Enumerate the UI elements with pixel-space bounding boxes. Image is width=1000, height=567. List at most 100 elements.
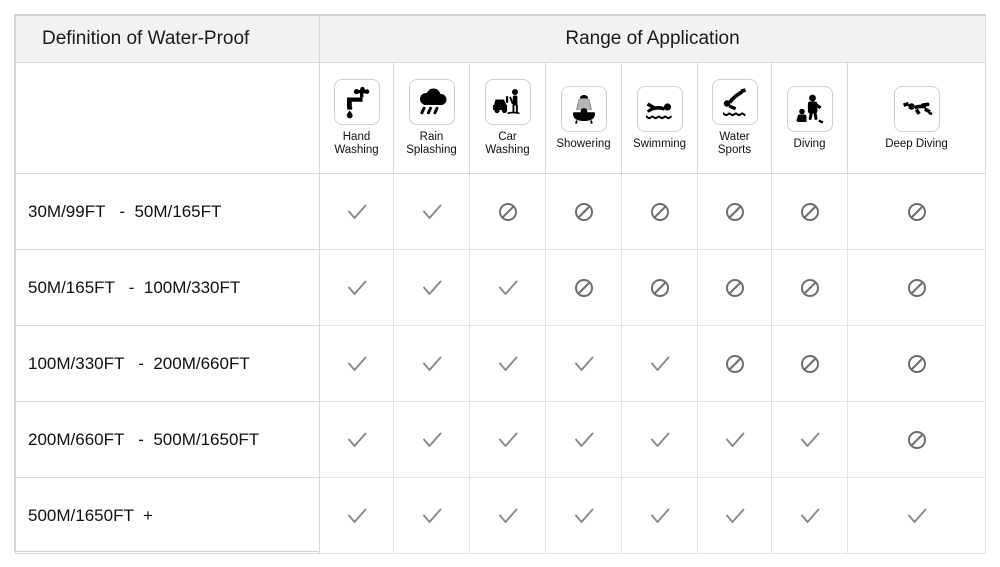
cell-rain-splashing bbox=[393, 249, 470, 326]
prohibited-icon bbox=[772, 277, 847, 299]
cell-deep-diving bbox=[846, 477, 987, 554]
check-icon bbox=[320, 503, 393, 529]
check-icon bbox=[546, 351, 621, 377]
cell-showering bbox=[545, 401, 622, 478]
cell-swimming bbox=[621, 401, 698, 478]
cell-rain-splashing bbox=[393, 401, 470, 478]
check-icon bbox=[772, 503, 847, 529]
column-header-label: Diving bbox=[793, 137, 826, 150]
table-row: 50M/165FT - 100M/330FT bbox=[15, 249, 987, 326]
cell-rain-splashing bbox=[393, 173, 470, 250]
cell-hand-washing bbox=[319, 477, 394, 554]
deep-diver-icon bbox=[893, 85, 940, 132]
cell-deep-diving bbox=[846, 173, 987, 250]
check-icon bbox=[622, 351, 697, 377]
cell-showering bbox=[545, 173, 622, 250]
check-icon bbox=[848, 503, 985, 529]
cell-car-washing bbox=[469, 401, 546, 478]
table-body: 30M/99FT - 50M/165FT 50M/165FT - 100M/330… bbox=[15, 173, 987, 554]
check-icon bbox=[320, 427, 393, 453]
car-wash-icon bbox=[484, 79, 531, 125]
column-header-swimming[interactable]: Swimming bbox=[621, 62, 698, 174]
column-header-label: Showering bbox=[556, 137, 611, 150]
cell-rain-splashing bbox=[393, 477, 470, 554]
prohibited-icon bbox=[470, 201, 545, 223]
cell-deep-diving bbox=[846, 325, 987, 402]
depth-range-label: 30M/99FT - 50M/165FT bbox=[15, 173, 320, 250]
cell-showering bbox=[545, 325, 622, 402]
definition-title: Definition of Water-Proof bbox=[15, 15, 320, 63]
cell-hand-washing bbox=[319, 249, 394, 326]
water-resistance-table: Definition of Water-Proof Range of Appli… bbox=[14, 14, 987, 554]
column-header-rain-splashing[interactable]: Rain Splashing bbox=[393, 62, 470, 174]
cell-water-sports bbox=[697, 325, 772, 402]
cell-swimming bbox=[621, 249, 698, 326]
check-icon bbox=[394, 503, 469, 529]
cell-deep-diving bbox=[846, 401, 987, 478]
check-icon bbox=[394, 275, 469, 301]
prohibited-icon bbox=[698, 353, 771, 375]
diver-icon bbox=[786, 85, 833, 132]
check-icon bbox=[470, 351, 545, 377]
water-sports-icon bbox=[711, 79, 758, 125]
column-header-label: Water Sports bbox=[717, 131, 752, 156]
depth-range-label: 50M/165FT - 100M/330FT bbox=[15, 249, 320, 326]
cell-water-sports bbox=[697, 173, 772, 250]
check-icon bbox=[470, 275, 545, 301]
prohibited-icon bbox=[546, 277, 621, 299]
column-header-deep-diving[interactable]: Deep Diving bbox=[846, 62, 987, 174]
check-icon bbox=[320, 275, 393, 301]
cell-hand-washing bbox=[319, 401, 394, 478]
check-icon bbox=[546, 503, 621, 529]
check-icon bbox=[320, 199, 393, 225]
check-icon bbox=[622, 503, 697, 529]
cell-water-sports bbox=[697, 477, 772, 554]
prohibited-icon bbox=[848, 277, 985, 299]
check-icon bbox=[394, 199, 469, 225]
check-icon bbox=[394, 351, 469, 377]
check-icon bbox=[470, 427, 545, 453]
prohibited-icon bbox=[848, 429, 985, 451]
prohibited-icon bbox=[698, 201, 771, 223]
prohibited-icon bbox=[772, 353, 847, 375]
column-header-car-washing[interactable]: Car Washing bbox=[469, 62, 546, 174]
faucet-icon bbox=[333, 79, 380, 125]
banner-row: Definition of Water-Proof Range of Appli… bbox=[15, 15, 987, 63]
column-header-label: Hand Washing bbox=[334, 131, 379, 156]
check-icon bbox=[394, 427, 469, 453]
check-icon bbox=[698, 427, 771, 453]
column-header-showering[interactable]: Showering bbox=[545, 62, 622, 174]
check-icon bbox=[772, 427, 847, 453]
check-icon bbox=[698, 503, 771, 529]
column-header-water-sports[interactable]: Water Sports bbox=[697, 62, 772, 174]
depth-range-label: 500M/1650FT + bbox=[15, 477, 320, 554]
prohibited-icon bbox=[622, 277, 697, 299]
column-header-label: Car Washing bbox=[485, 131, 530, 156]
check-icon bbox=[320, 351, 393, 377]
column-header-label: Swimming bbox=[632, 137, 687, 150]
prohibited-icon bbox=[848, 353, 985, 375]
cell-hand-washing bbox=[319, 173, 394, 250]
rain-cloud-icon bbox=[408, 79, 455, 125]
cell-hand-washing bbox=[319, 325, 394, 402]
corner-cell bbox=[15, 62, 320, 174]
cell-car-washing bbox=[469, 249, 546, 326]
prohibited-icon bbox=[698, 277, 771, 299]
cell-swimming bbox=[621, 477, 698, 554]
prohibited-icon bbox=[848, 201, 985, 223]
depth-range-label: 100M/330FT - 200M/660FT bbox=[15, 325, 320, 402]
depth-range-label: 200M/660FT - 500M/1650FT bbox=[15, 401, 320, 478]
icon-header-row: Hand Washing Rain Splashing Car Washing … bbox=[15, 62, 987, 174]
table-row: 30M/99FT - 50M/165FT bbox=[15, 173, 987, 250]
cell-swimming bbox=[621, 325, 698, 402]
range-title: Range of Application bbox=[318, 15, 987, 63]
cell-car-washing bbox=[469, 325, 546, 402]
cell-diving bbox=[771, 401, 848, 478]
column-header-diving[interactable]: Diving bbox=[771, 62, 848, 174]
cell-showering bbox=[545, 249, 622, 326]
column-header-label: Deep Diving bbox=[885, 137, 948, 150]
cell-rain-splashing bbox=[393, 325, 470, 402]
column-header-label: Rain Splashing bbox=[406, 131, 457, 156]
swimmer-icon bbox=[636, 85, 683, 132]
column-header-hand-washing[interactable]: Hand Washing bbox=[319, 62, 394, 174]
